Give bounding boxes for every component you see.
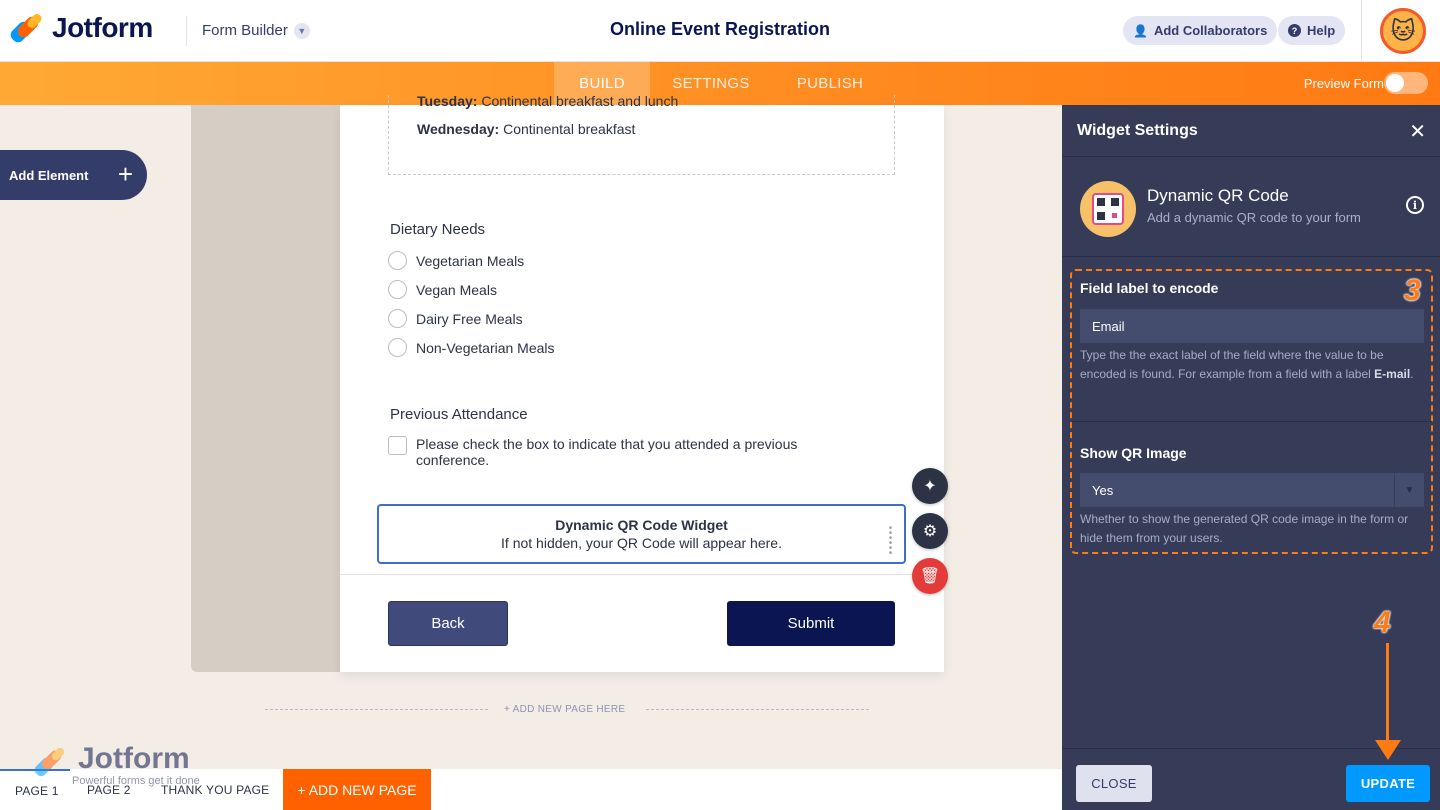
meal-text: Continental breakfast bbox=[503, 121, 636, 137]
attendance-checkbox-row[interactable]: Please check the box to indicate that yo… bbox=[388, 436, 848, 468]
scroll-edge bbox=[340, 105, 944, 106]
jotform-logo[interactable]: Jotform bbox=[8, 12, 153, 45]
chevron-down-icon: ▼ bbox=[293, 22, 310, 39]
header-divider bbox=[186, 16, 187, 46]
step-4-annotation: 4 bbox=[1374, 606, 1391, 639]
watermark-tagline: Powerful forms get it done bbox=[72, 775, 200, 787]
arrow-head-icon bbox=[1375, 740, 1401, 760]
meal-info-box: Tuesday: Continental breakfast and lunch… bbox=[388, 93, 895, 175]
show-qr-image-help: Whether to show the generated QR code im… bbox=[1080, 512, 1409, 545]
qr-code-icon bbox=[1080, 181, 1136, 237]
show-qr-image-select[interactable]: Yes ▼ bbox=[1080, 473, 1424, 507]
field-label-input[interactable]: Email bbox=[1080, 309, 1424, 343]
dietary-needs-label: Dietary Needs bbox=[390, 221, 486, 238]
meal-day: Tuesday: bbox=[417, 93, 478, 109]
panel-header: Widget Settings ✕ bbox=[1062, 105, 1440, 157]
help-icon: ? bbox=[1288, 24, 1301, 37]
widget-description: Add a dynamic QR code to your form bbox=[1147, 210, 1361, 225]
add-element-button[interactable]: Add Element + bbox=[0, 150, 147, 200]
help-label: Help bbox=[1307, 23, 1336, 38]
add-page-divider-right bbox=[646, 709, 869, 710]
panel-title: Widget Settings bbox=[1077, 122, 1198, 139]
radio-option-label: Vegetarian Meals bbox=[416, 252, 525, 269]
radio-option-label: Dairy Free Meals bbox=[416, 310, 523, 327]
radio-circle[interactable] bbox=[388, 251, 407, 270]
arrow-annotation bbox=[1386, 643, 1389, 748]
avatar[interactable]: 🐱 bbox=[1380, 8, 1426, 54]
form-background-layer bbox=[191, 105, 342, 672]
qr-code-glyph bbox=[1092, 193, 1124, 225]
close-icon[interactable]: ✕ bbox=[1409, 119, 1426, 144]
radio-option-label: Vegan Meals bbox=[416, 281, 497, 298]
meal-line-wednesday: Wednesday: Continental breakfast bbox=[417, 121, 635, 137]
meal-line-tuesday: Tuesday: Continental breakfast and lunch bbox=[417, 93, 678, 109]
header-divider-right bbox=[1361, 0, 1362, 62]
form-card: Tuesday: Continental breakfast and lunch… bbox=[340, 93, 944, 672]
watermark-brand: Jotform bbox=[78, 742, 190, 775]
radio-circle[interactable] bbox=[388, 338, 407, 357]
trash-icon[interactable]: 🗑 bbox=[912, 558, 948, 594]
brand-name: Jotform bbox=[52, 12, 153, 43]
help-button[interactable]: ? Help bbox=[1278, 16, 1346, 45]
add-new-page-here-link[interactable]: + ADD NEW PAGE HERE bbox=[504, 704, 625, 715]
gear-icon[interactable]: ⚙ bbox=[912, 513, 948, 549]
form-builder-dropdown[interactable]: Form Builder ▼ bbox=[202, 22, 310, 39]
widget-settings-panel: Widget Settings ✕ Dynamic QR Code Add a … bbox=[1062, 105, 1440, 810]
dynamic-qr-code-widget[interactable]: Dynamic QR Code Widget If not hidden, yo… bbox=[377, 504, 906, 564]
widget-subtitle: If not hidden, your QR Code will appear … bbox=[501, 535, 782, 551]
help-text: Type the the exact label of the field wh… bbox=[1080, 348, 1384, 381]
preview-form-label: Preview Form bbox=[1303, 76, 1384, 91]
radio-option[interactable]: Dairy Free Meals bbox=[388, 309, 523, 328]
plus-icon: + bbox=[117, 159, 133, 189]
preview-form-toggle[interactable] bbox=[1384, 72, 1428, 94]
help-bold-text: E-mail bbox=[1374, 367, 1411, 381]
settings-divider bbox=[1072, 421, 1432, 422]
drag-handle-icon[interactable]: • • • • • • bbox=[886, 524, 896, 559]
info-icon[interactable]: i bbox=[1406, 196, 1424, 214]
top-header: Jotform Form Builder ▼ Online Event Regi… bbox=[0, 0, 1440, 62]
add-page-divider-left bbox=[265, 709, 488, 710]
widget-info: Dynamic QR Code Add a dynamic QR code to… bbox=[1062, 157, 1440, 257]
meal-text: Continental breakfast and lunch bbox=[481, 93, 679, 109]
close-button[interactable]: CLOSE bbox=[1076, 765, 1152, 802]
show-qr-image-label: Show QR Image bbox=[1080, 445, 1187, 461]
form-builder-label: Form Builder bbox=[202, 22, 288, 39]
form-divider bbox=[340, 574, 944, 575]
add-collaborators-button[interactable]: 👤 Add Collaborators bbox=[1123, 16, 1278, 45]
step-3-annotation: 3 bbox=[1404, 274, 1421, 307]
show-qr-image-value: Yes bbox=[1092, 482, 1114, 498]
update-button[interactable]: UPDATE bbox=[1346, 765, 1430, 802]
widget-title: Dynamic QR Code Widget bbox=[555, 517, 728, 533]
field-label-help: Type the the exact label of the field wh… bbox=[1080, 346, 1424, 384]
radio-option-label: Non-Vegetarian Meals bbox=[416, 339, 555, 356]
user-icon: 👤 bbox=[1133, 23, 1148, 38]
magic-wand-icon[interactable]: ✦ bbox=[912, 468, 948, 504]
add-collaborators-label: Add Collaborators bbox=[1153, 23, 1268, 38]
toggle-knob bbox=[1386, 74, 1404, 92]
help-text-end: . bbox=[1410, 367, 1414, 381]
meal-day: Wednesday: bbox=[417, 121, 500, 137]
radio-option[interactable]: Vegan Meals bbox=[388, 280, 497, 299]
radio-circle[interactable] bbox=[388, 280, 407, 299]
jotform-watermark-icon bbox=[32, 746, 68, 779]
add-new-page-button[interactable]: + ADD NEW PAGE bbox=[283, 769, 431, 810]
radio-circle[interactable] bbox=[388, 309, 407, 328]
chevron-down-icon[interactable]: ▼ bbox=[1394, 473, 1424, 507]
radio-option[interactable]: Vegetarian Meals bbox=[388, 251, 524, 270]
previous-attendance-label: Previous Attendance bbox=[390, 406, 528, 423]
attendance-checkbox-text: Please check the box to indicate that yo… bbox=[416, 436, 798, 468]
widget-name: Dynamic QR Code bbox=[1147, 186, 1289, 205]
radio-option[interactable]: Non-Vegetarian Meals bbox=[388, 338, 555, 357]
submit-button[interactable]: Submit bbox=[727, 601, 895, 646]
field-label-to-encode-label: Field label to encode bbox=[1080, 280, 1219, 296]
add-element-label: Add Element bbox=[9, 167, 89, 183]
back-button[interactable]: Back bbox=[388, 601, 508, 646]
attendance-checkbox[interactable] bbox=[388, 436, 407, 455]
jotform-logo-icon bbox=[8, 12, 44, 45]
